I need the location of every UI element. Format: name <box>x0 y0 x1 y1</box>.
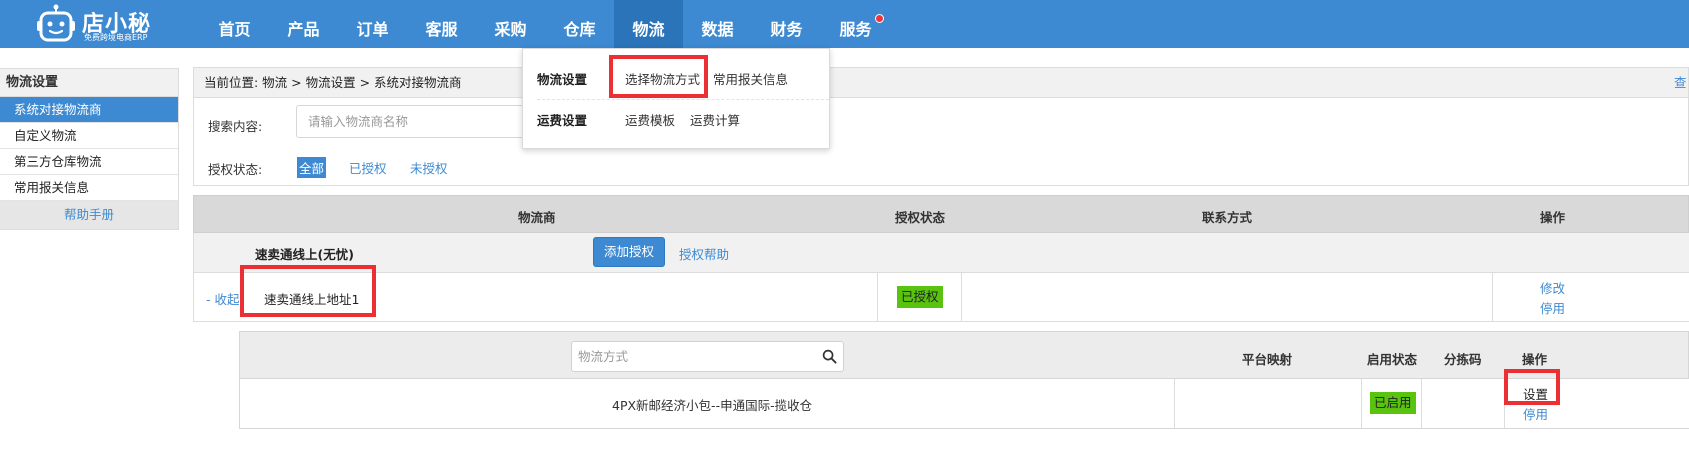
nav-item-customer-service[interactable]: 客服 <box>407 0 476 48</box>
menu-item-customs-info[interactable]: 常用报关信息 <box>713 69 788 88</box>
authorization-help-link[interactable]: 授权帮助 <box>679 244 729 263</box>
dropdown-section-freight-settings: 运费设置 <box>537 113 588 128</box>
carrier-account-row: - 收起 速卖通线上地址1 已授权 修改 停用 <box>193 273 1689 322</box>
method-search-input[interactable]: 物流方式 <box>571 341 844 372</box>
carrier-name: 速卖通线上(无忧) <box>255 247 354 262</box>
cell-divider <box>1421 379 1422 429</box>
col-header-contact: 联系方式 <box>1202 210 1253 225</box>
nav-item-services[interactable]: 服务 <box>821 0 890 48</box>
nav-item-warehouse[interactable]: 仓库 <box>545 0 614 48</box>
breadcrumb-right-link[interactable]: 查 <box>1674 68 1688 98</box>
breadcrumb-text: 当前位置: 物流 > 物流设置 > 系统对接物流商 <box>204 75 462 90</box>
sidebar-heading: 物流设置 <box>0 69 178 97</box>
top-navbar: 店小秘 免费跨境电商ERP 首页 产品 订单 客服 采购 仓库 物流 数据 财务… <box>0 0 1689 48</box>
auth-filter-all[interactable]: 全部 <box>297 157 327 178</box>
enabled-badge: 已启用 <box>1370 392 1416 414</box>
filter-panel: 当前位置: 物流 > 物流设置 > 系统对接物流商 查 搜索内容: 请输入物流商… <box>193 67 1689 186</box>
sidebar: 物流设置 系统对接物流商 自定义物流 第三方仓库物流 常用报关信息 帮助手册 <box>0 68 179 230</box>
help-manual-link[interactable]: 帮助手册 <box>0 201 178 229</box>
nav-item-purchasing[interactable]: 采购 <box>476 0 545 48</box>
auth-filter-unauthorized[interactable]: 未授权 <box>410 158 448 177</box>
sidebar-item-3pl-warehouse[interactable]: 第三方仓库物流 <box>0 149 178 175</box>
menu-item-freight-template[interactable]: 运费模板 <box>625 110 675 129</box>
authorized-badge: 已授权 <box>897 286 943 308</box>
col-header-auth-status: 授权状态 <box>895 210 946 225</box>
carrier-group-row: 速卖通线上(无忧) 添加授权 授权帮助 <box>193 233 1689 273</box>
highlight-box-account <box>240 265 376 317</box>
col-header-method-actions: 操作 <box>1522 352 1548 367</box>
breadcrumb: 当前位置: 物流 > 物流设置 > 系统对接物流商 查 <box>194 68 1688 98</box>
auth-status-label: 授权状态: <box>208 162 263 177</box>
col-header-sort-code: 分拣码 <box>1444 352 1482 367</box>
sidebar-item-custom-logistics[interactable]: 自定义物流 <box>0 123 178 149</box>
collapse-link[interactable]: - 收起 <box>206 289 239 308</box>
main-nav: 首页 产品 订单 客服 采购 仓库 物流 数据 财务 服务 <box>200 0 890 48</box>
logo[interactable]: 店小秘 免费跨境电商ERP <box>36 4 166 44</box>
col-header-platform-mapping: 平台映射 <box>1242 352 1293 367</box>
add-authorization-button[interactable]: 添加授权 <box>593 237 665 267</box>
cell-divider <box>1492 273 1493 322</box>
nav-item-finance[interactable]: 财务 <box>752 0 821 48</box>
dropdown-divider <box>537 99 829 100</box>
highlight-box-select-method <box>609 55 708 98</box>
cell-divider <box>877 273 878 322</box>
cell-divider <box>1361 379 1362 429</box>
col-header-actions: 操作 <box>1540 210 1566 225</box>
carrier-table-header: 物流商 授权状态 联系方式 操作 <box>193 195 1689 233</box>
sidebar-item-customs-info[interactable]: 常用报关信息 <box>0 175 178 201</box>
cell-divider <box>961 273 962 322</box>
methods-table-header: 物流方式 平台映射 启用状态 分拣码 操作 <box>239 331 1689 379</box>
method-disable-link[interactable]: 停用 <box>1523 404 1548 423</box>
nav-item-products[interactable]: 产品 <box>269 0 338 48</box>
brand-tagline: 免费跨境电商ERP <box>84 33 148 42</box>
nav-item-data[interactable]: 数据 <box>683 0 752 48</box>
nav-item-orders[interactable]: 订单 <box>338 0 407 48</box>
auth-filter-authorized[interactable]: 已授权 <box>349 158 387 177</box>
highlight-box-settings <box>1504 369 1560 405</box>
disable-link[interactable]: 停用 <box>1540 298 1565 317</box>
dropdown-section-logistics-settings: 物流设置 <box>537 72 588 87</box>
method-search-placeholder: 物流方式 <box>578 349 629 364</box>
edit-link[interactable]: 修改 <box>1540 278 1565 297</box>
sidebar-item-system-carriers[interactable]: 系统对接物流商 <box>0 97 178 123</box>
search-icon[interactable] <box>822 349 837 364</box>
menu-item-freight-calculator[interactable]: 运费计算 <box>690 110 740 129</box>
method-row: 4PX新邮经济小包--申通国际-揽收仓 已启用 设置 停用 <box>239 379 1689 429</box>
col-header-carrier: 物流商 <box>518 210 556 225</box>
nav-item-home[interactable]: 首页 <box>200 0 269 48</box>
robot-logo-icon <box>37 4 75 42</box>
notification-dot <box>875 14 884 23</box>
method-name: 4PX新邮经济小包--申通国际-揽收仓 <box>612 398 813 413</box>
nav-item-logistics[interactable]: 物流 <box>614 0 683 48</box>
search-label: 搜索内容: <box>208 119 263 134</box>
cell-divider <box>1174 379 1175 429</box>
col-header-enable-status: 启用状态 <box>1367 352 1418 367</box>
carrier-search-input[interactable]: 请输入物流商名称 <box>296 105 528 138</box>
